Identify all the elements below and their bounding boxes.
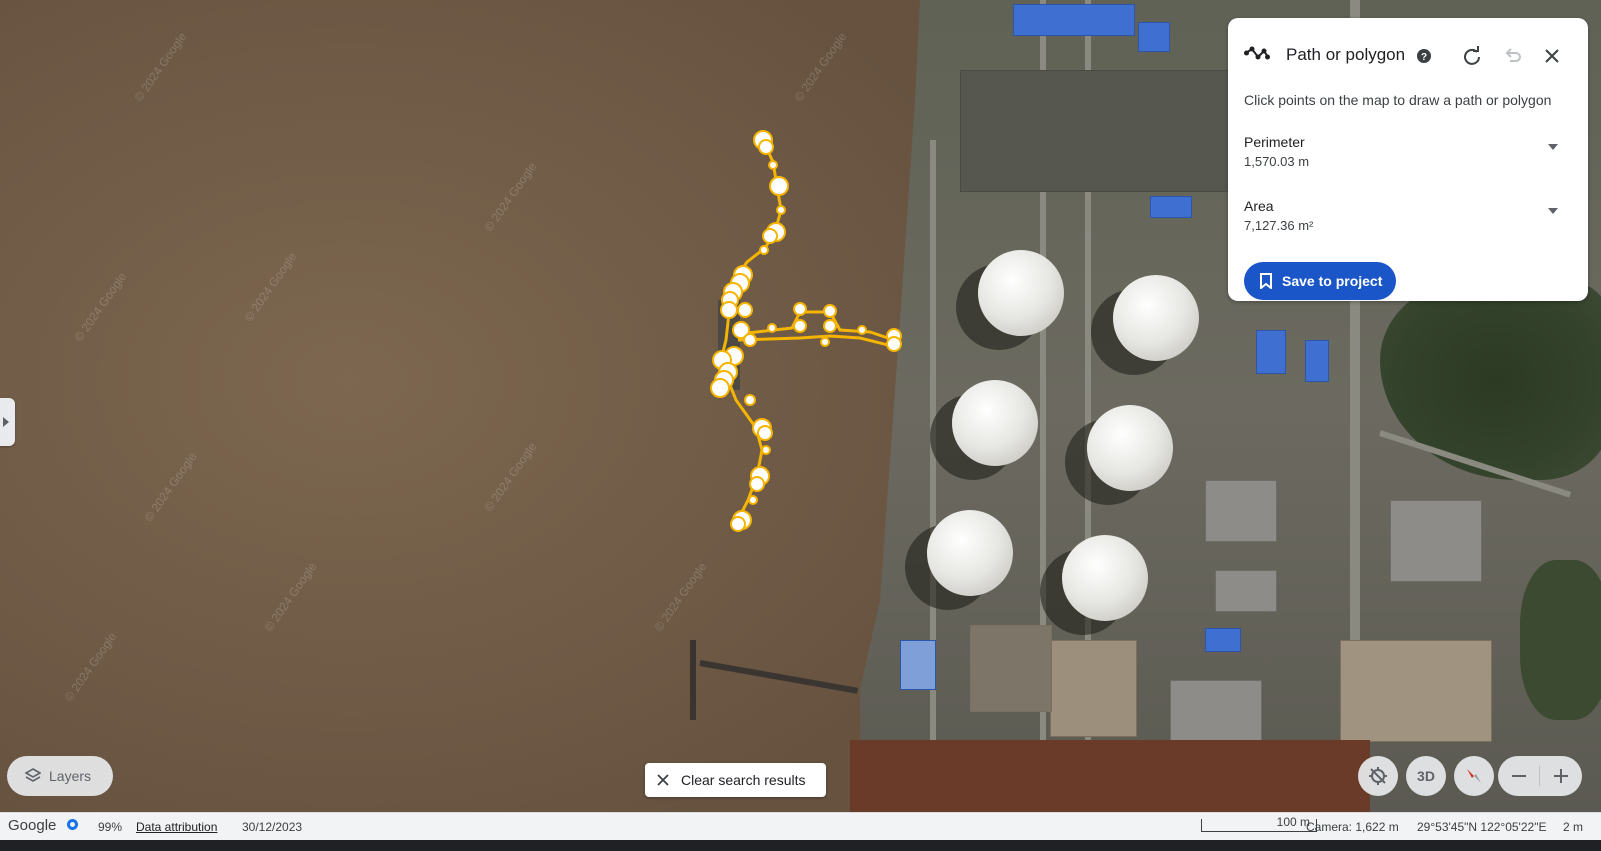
zoom-out-button[interactable]	[1498, 756, 1540, 796]
layers-button[interactable]: Layers	[7, 756, 113, 796]
help-icon[interactable]: ?	[1416, 48, 1432, 64]
3d-label: 3D	[1417, 768, 1435, 784]
measure-vertex[interactable]	[743, 333, 757, 347]
compass-icon	[1467, 769, 1481, 783]
measure-vertex[interactable]	[759, 245, 769, 255]
measure-vertex[interactable]	[710, 378, 730, 398]
imagery-date: 30/12/2023	[242, 820, 303, 834]
undo-icon[interactable]	[1502, 46, 1522, 66]
bookmark-icon	[1260, 273, 1272, 289]
plus-icon	[1554, 769, 1568, 783]
perimeter-label: Perimeter	[1244, 134, 1305, 150]
layers-icon	[25, 768, 41, 782]
google-logo: Google	[8, 817, 57, 834]
layers-label: Layers	[49, 768, 92, 784]
measure-vertex[interactable]	[857, 325, 867, 335]
measure-vertex[interactable]	[720, 301, 738, 319]
measure-vertex[interactable]	[820, 337, 830, 347]
compass-button[interactable]	[1454, 756, 1494, 796]
chevron-down-icon[interactable]	[1548, 208, 1558, 214]
area-row[interactable]: Area 7,127.36 m²	[1244, 198, 1564, 238]
measure-vertex[interactable]	[823, 304, 837, 318]
measure-vertex[interactable]	[768, 160, 778, 170]
measure-vertex[interactable]	[737, 302, 753, 318]
area-value: 7,127.36 m²	[1244, 218, 1314, 233]
camera-altitude: Camera: 1,622 m	[1306, 820, 1399, 834]
data-attribution-link[interactable]: Data attribution	[136, 820, 217, 834]
area-label: Area	[1244, 198, 1274, 214]
minus-icon	[1512, 775, 1526, 777]
chevron-down-icon[interactable]	[1548, 144, 1558, 150]
measure-vertex[interactable]	[793, 302, 807, 316]
scale-label: 100 m	[1276, 815, 1310, 829]
save-to-project-button[interactable]: Save to project	[1244, 262, 1396, 300]
3d-toggle-button[interactable]: 3D	[1406, 756, 1446, 796]
measure-vertex[interactable]	[757, 425, 773, 441]
expand-sidebar-tab[interactable]	[0, 398, 15, 446]
perimeter-row[interactable]: Perimeter 1,570.03 m	[1244, 134, 1564, 174]
measure-vertex[interactable]	[776, 205, 786, 215]
svg-text:?: ?	[1421, 52, 1427, 63]
redo-icon[interactable]	[1462, 46, 1482, 66]
loading-ring-icon	[67, 819, 78, 830]
zoom-controls	[1498, 756, 1582, 796]
measure-vertex[interactable]	[730, 516, 746, 532]
close-icon[interactable]	[1542, 46, 1562, 66]
taskbar-strip	[0, 840, 1601, 851]
close-icon	[657, 774, 669, 786]
measure-vertex[interactable]	[767, 323, 777, 333]
location-button[interactable]	[1358, 756, 1398, 796]
measure-vertex[interactable]	[761, 445, 771, 455]
measure-vertex[interactable]	[823, 319, 837, 333]
panel-header: Path or polygon ?	[1244, 44, 1574, 68]
measure-vertex[interactable]	[769, 176, 789, 196]
clear-search-results-button[interactable]: Clear search results	[645, 763, 826, 797]
measure-vertex[interactable]	[886, 336, 902, 352]
load-percent: 99%	[98, 820, 123, 834]
zoom-in-button[interactable]	[1540, 756, 1582, 796]
location-off-icon	[1369, 767, 1387, 785]
save-button-label: Save to project	[1282, 273, 1383, 289]
measure-vertex[interactable]	[749, 476, 765, 492]
path-icon	[1244, 46, 1270, 60]
panel-title: Path or polygon	[1286, 45, 1406, 64]
measure-vertex[interactable]	[758, 139, 774, 155]
clear-search-label: Clear search results	[681, 772, 806, 788]
coordinates: 29°53'45"N 122°05'22"E	[1417, 820, 1547, 834]
elevation: 2 m	[1563, 820, 1584, 834]
status-bar: Google 99% Data attribution 30/12/2023 1…	[0, 812, 1601, 841]
chevron-right-icon	[3, 417, 9, 427]
measure-panel: Path or polygon ? Click points on the ma…	[1228, 18, 1588, 301]
panel-instructions: Click points on the map to draw a path o…	[1244, 92, 1552, 108]
measure-vertex[interactable]	[793, 319, 807, 333]
measure-vertex[interactable]	[748, 495, 758, 505]
scale-bar: 100 m	[1201, 815, 1317, 832]
measure-vertex[interactable]	[744, 394, 756, 406]
measure-vertex[interactable]	[762, 228, 778, 244]
perimeter-value: 1,570.03 m	[1244, 154, 1310, 169]
